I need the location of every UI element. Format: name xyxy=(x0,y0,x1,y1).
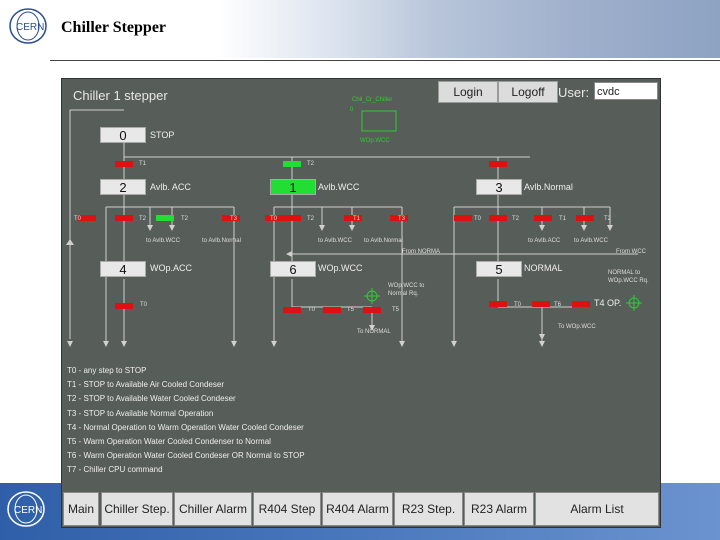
state-box-1[interactable]: 1 xyxy=(270,179,316,195)
label-t1-top: T1 xyxy=(139,161,147,167)
label-to-avlb-acc: to Avlb.ACC xyxy=(528,238,561,244)
transition-indicator xyxy=(283,161,301,167)
transition-indicator xyxy=(489,215,507,221)
svg-text:CERN: CERN xyxy=(16,22,44,33)
state-label-avlb-wcc: Avlb.WCC xyxy=(318,182,360,192)
transition-indicator xyxy=(489,301,507,307)
transition-indicator xyxy=(115,161,133,167)
state-label-wop-acc: WOp.ACC xyxy=(150,263,193,273)
state-box-0[interactable]: 0 xyxy=(100,127,146,143)
nav-alarm-list-button[interactable]: Alarm List xyxy=(535,492,659,526)
label-to-avlb-wcc-c: to Avlb.WCC xyxy=(574,238,608,244)
transition-indicator xyxy=(115,215,133,221)
label-from-wcc: From WCC xyxy=(616,249,646,255)
label-to-avlb-normal-b: to Avlb.Normal xyxy=(364,238,403,244)
cern-logo-icon: CERN xyxy=(9,8,47,44)
nav-main-button[interactable]: Main xyxy=(63,492,99,526)
label-t3-b: T3 xyxy=(398,216,406,222)
label-t0-b: T0 xyxy=(270,216,278,222)
indicator-small: 0 xyxy=(350,107,354,113)
label-to-avlb-wcc-b: to Avlb.WCC xyxy=(318,238,352,244)
transition-indicator xyxy=(323,307,341,313)
legend-line-1: T1 - STOP to Available Air Cooled Condes… xyxy=(67,380,224,390)
cern-logo-footer-icon: CERN xyxy=(7,491,45,527)
label-t7-b: T2 xyxy=(307,216,315,222)
nav-r404-step-button[interactable]: R404 Step xyxy=(253,492,321,526)
header-divider xyxy=(50,60,720,61)
state-label-stop: STOP xyxy=(150,130,175,140)
slide-title: Chiller Stepper xyxy=(61,19,167,36)
label-wop-to-normal-1: WOp.WCC to xyxy=(388,283,425,289)
legend-line-6: T6 - Warm Operation Water Cooled Condese… xyxy=(67,451,305,461)
transition-indicator xyxy=(454,215,472,221)
label-to-normal: To NORMAL xyxy=(357,329,391,335)
legend-line-3: T3 - STOP to Available Normal Operation xyxy=(67,408,214,418)
transition-indicator xyxy=(283,307,301,313)
state-box-2[interactable]: 2 xyxy=(100,179,146,195)
chiller-stepper-panel: Chiller 1 stepper Login Logoff User: cvd… xyxy=(61,78,661,528)
label-t5-b: T5 xyxy=(392,307,400,313)
state-label-wop-wcc: WOp.WCC xyxy=(318,263,363,273)
label-t2-a: T2 xyxy=(181,216,189,222)
label-to-avlb-wcc-a: to Avlb.WCC xyxy=(146,238,180,244)
legend-line-5: T5 - Warm Operation Water Cooled Condens… xyxy=(67,437,271,447)
label-t2-c: T2 xyxy=(604,216,612,222)
state-box-5[interactable]: 5 xyxy=(476,261,522,277)
transition-indicator xyxy=(534,215,552,221)
indicator-sub: WOp.WCC xyxy=(360,138,390,144)
label-t1-b: T1 xyxy=(353,216,361,222)
label-normal-to-wopwcc-1: NORMAL to xyxy=(608,270,641,276)
nav-r404-alarm-button[interactable]: R404 Alarm xyxy=(322,492,393,526)
label-t0-f: T0 xyxy=(514,302,522,308)
svg-text:CERN: CERN xyxy=(14,505,42,516)
label-normal-to-wopwcc-2: WOp.WCC Rq. xyxy=(608,278,649,284)
state-label-avlb-normal: Avlb.Normal xyxy=(524,182,573,192)
transition-indicator xyxy=(363,307,381,313)
transition-indicator xyxy=(576,215,594,221)
label-to-wop-wcc: To WOp.WCC xyxy=(558,324,596,330)
state-box-6[interactable]: 6 xyxy=(270,261,316,277)
nav-chiller-alarm-button[interactable]: Chiller Alarm xyxy=(174,492,252,526)
transition-indicator xyxy=(489,161,507,167)
label-t0-a: T0 xyxy=(74,216,82,222)
label-t0-e: T0 xyxy=(308,307,316,313)
nav-r23-step-button[interactable]: R23 Step. xyxy=(394,492,463,526)
label-from-normal: From NORMA xyxy=(402,249,440,255)
legend-line-0: T0 - any step to STOP xyxy=(67,366,147,375)
label-t0-c: T0 xyxy=(474,216,482,222)
label-t2-top: T2 xyxy=(307,161,315,167)
label-t4-op: T4 OP. xyxy=(594,298,622,308)
legend-line-7: T7 - Chiller CPU command xyxy=(67,465,163,475)
label-t5-a: T5 xyxy=(347,307,355,313)
transition-legend: T0 - any step to STOP T1 - STOP to Avail… xyxy=(67,364,305,478)
transition-indicator xyxy=(572,301,590,307)
state-box-4[interactable]: 4 xyxy=(100,261,146,277)
label-t1-c: T1 xyxy=(559,216,567,222)
indicator-label: Chil_Cr_Chiller xyxy=(352,97,393,103)
label-to-avlb-normal-a: to Avlb.Normal xyxy=(202,238,241,244)
transition-indicator xyxy=(532,301,550,307)
state-label-normal: NORMAL xyxy=(524,263,563,273)
legend-line-4: T4 - Normal Operation to Warm Operation … xyxy=(67,422,304,432)
transition-indicator xyxy=(115,303,133,309)
legend-line-2: T2 - STOP to Available Water Cooled Cond… xyxy=(67,394,236,404)
label-t7-c: T2 xyxy=(512,216,520,222)
label-wop-to-normal-2: Normal Rq. xyxy=(388,291,419,297)
nav-chiller-step-button[interactable]: Chiller Step. xyxy=(101,492,173,526)
transition-indicator xyxy=(156,215,174,221)
nav-r23-alarm-button[interactable]: R23 Alarm xyxy=(464,492,534,526)
label-t3-a: T3 xyxy=(230,216,238,222)
state-box-3[interactable]: 3 xyxy=(476,179,522,195)
transition-indicator xyxy=(283,215,301,221)
state-label-avlb-acc: Avlb. ACC xyxy=(150,182,191,192)
label-t6: T6 xyxy=(554,302,562,308)
label-t0-d: T0 xyxy=(140,302,148,308)
label-t7-a: T2 xyxy=(139,216,147,222)
